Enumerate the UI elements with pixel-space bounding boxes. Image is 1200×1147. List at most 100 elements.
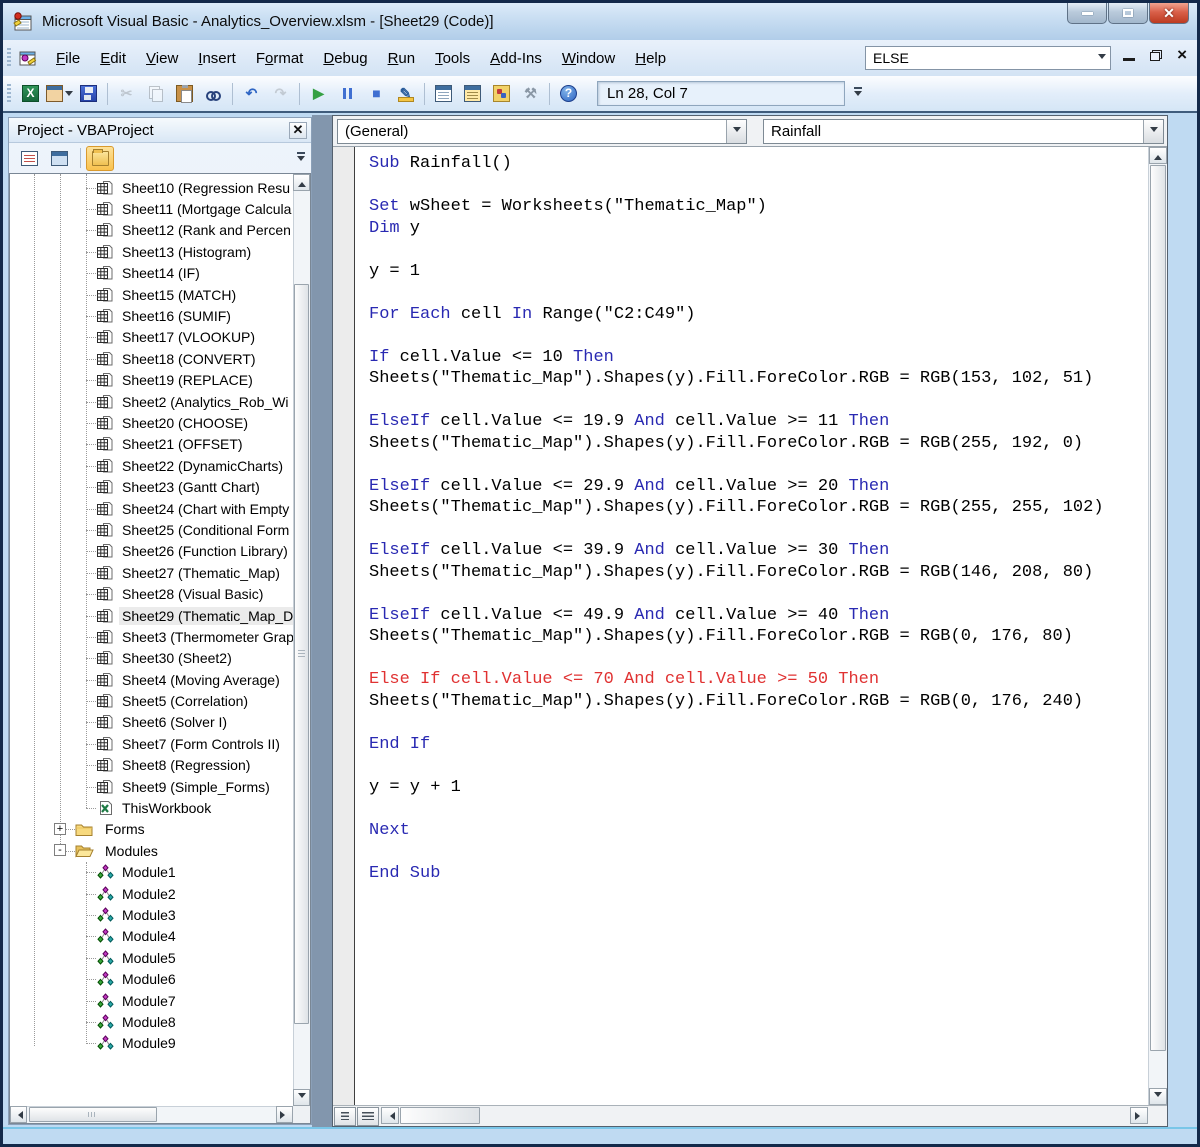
tree-item-sheet23-gantt-chart[interactable]: Sheet23 (Gantt Chart)	[10, 476, 293, 497]
mdi-minimize-button[interactable]	[1123, 58, 1135, 61]
tree-item-sheet27-thematic-map[interactable]: Sheet27 (Thematic_Map)	[10, 562, 293, 583]
tree-item-module5[interactable]: Module5	[10, 947, 293, 968]
scroll-right-arrow[interactable]	[276, 1106, 293, 1123]
project-panel-close-button[interactable]: ✕	[289, 122, 307, 139]
chevron-down-icon[interactable]	[1143, 120, 1163, 143]
mdi-restore-button[interactable]	[1150, 50, 1162, 61]
tree-item-sheet11-mortgage-calcula[interactable]: Sheet11 (Mortgage Calcula	[10, 198, 293, 219]
scroll-down-arrow[interactable]	[293, 1089, 310, 1106]
tree-item-sheet28-visual-basic[interactable]: Sheet28 (Visual Basic)	[10, 583, 293, 604]
tree-item-sheet7-form-controls-ii[interactable]: Sheet7 (Form Controls II)	[10, 733, 293, 754]
project-panel-options-button[interactable]	[294, 147, 308, 169]
properties-window-button[interactable]	[459, 81, 486, 107]
scroll-left-arrow[interactable]	[381, 1107, 399, 1124]
tree-horizontal-scrollbar[interactable]	[10, 1106, 293, 1123]
chevron-down-icon[interactable]	[65, 91, 73, 100]
tree-item-sheet25-conditional-form[interactable]: Sheet25 (Conditional Form	[10, 519, 293, 540]
object-combobox[interactable]: (General)	[337, 119, 747, 144]
view-object-button[interactable]	[45, 146, 73, 171]
tree-item-forms[interactable]: + Forms	[10, 819, 293, 840]
menu-add-ins[interactable]: Add-Ins	[480, 46, 552, 71]
design-mode-button[interactable]: ✎	[392, 81, 419, 107]
object-browser-button[interactable]	[488, 81, 515, 107]
menu-debug[interactable]: Debug	[313, 46, 377, 71]
scroll-right-arrow[interactable]	[1130, 1107, 1148, 1124]
tree-item-sheet16-sumif[interactable]: Sheet16 (SUMIF)	[10, 305, 293, 326]
collapse-icon[interactable]: -	[54, 844, 66, 856]
tree-item-sheet18-convert[interactable]: Sheet18 (CONVERT)	[10, 348, 293, 369]
menu-insert[interactable]: Insert	[188, 46, 246, 71]
tree-item-sheet30-sheet2[interactable]: Sheet30 (Sheet2)	[10, 648, 293, 669]
tree-item-sheet29-thematic-map-d[interactable]: Sheet29 (Thematic_Map_D	[10, 605, 293, 626]
chevron-down-icon[interactable]	[1093, 47, 1110, 69]
tree-item-sheet9-simple-forms[interactable]: Sheet9 (Simple_Forms)	[10, 776, 293, 797]
save-button[interactable]	[75, 81, 102, 107]
tree-hscrollbar-thumb[interactable]	[29, 1107, 157, 1122]
tree-item-module6[interactable]: Module6	[10, 968, 293, 989]
tree-item-sheet8-regression[interactable]: Sheet8 (Regression)	[10, 755, 293, 776]
close-button[interactable]: ✕	[1149, 3, 1189, 24]
code-scrollbar-thumb[interactable]	[1150, 165, 1166, 1051]
toolbar-grip[interactable]	[7, 84, 11, 104]
menu-tools[interactable]: Tools	[425, 46, 480, 71]
toggle-folders-button[interactable]	[86, 146, 114, 171]
tree-item-module9[interactable]: Module9	[10, 1033, 293, 1054]
menu-edit[interactable]: Edit	[90, 46, 136, 71]
scroll-up-arrow[interactable]	[1149, 147, 1167, 164]
tree-item-sheet2-analytics-rob-wi[interactable]: Sheet2 (Analytics_Rob_Wi	[10, 391, 293, 412]
view-code-button[interactable]	[15, 146, 43, 171]
chevron-down-icon[interactable]	[726, 120, 746, 143]
code-editor[interactable]: Sub Rainfall() Set wSheet = Worksheets("…	[333, 147, 1167, 1105]
tree-item-module3[interactable]: Module3	[10, 904, 293, 925]
tree-item-sheet5-correlation[interactable]: Sheet5 (Correlation)	[10, 690, 293, 711]
full-module-view-button[interactable]	[357, 1107, 379, 1126]
tree-item-sheet6-solver-i[interactable]: Sheet6 (Solver I)	[10, 712, 293, 733]
scroll-down-arrow[interactable]	[1149, 1088, 1167, 1105]
tree-item-sheet19-replace[interactable]: Sheet19 (REPLACE)	[10, 370, 293, 391]
expand-icon[interactable]: +	[54, 823, 66, 835]
tree-item-sheet22-dynamiccharts[interactable]: Sheet22 (DynamicCharts)	[10, 455, 293, 476]
panel-splitter[interactable]	[312, 115, 332, 1127]
tree-item-sheet15-match[interactable]: Sheet15 (MATCH)	[10, 284, 293, 305]
scroll-left-arrow[interactable]	[10, 1106, 27, 1123]
tree-item-sheet4-moving-average[interactable]: Sheet4 (Moving Average)	[10, 669, 293, 690]
undo-button[interactable]: ↶	[238, 81, 265, 107]
menu-run[interactable]: Run	[378, 46, 426, 71]
tree-item-module8[interactable]: Module8	[10, 1011, 293, 1032]
menu-file[interactable]: File	[46, 46, 90, 71]
menu-help[interactable]: Help	[625, 46, 676, 71]
tree-item-module4[interactable]: Module4	[10, 926, 293, 947]
find-button[interactable]	[200, 81, 227, 107]
code-horizontal-scrollbar[interactable]	[379, 1106, 1148, 1126]
toolbox-button[interactable]: ⚒	[517, 81, 544, 107]
reset-button[interactable]: ■	[363, 81, 390, 107]
tree-item-sheet12-rank-and-percen[interactable]: Sheet12 (Rank and Percen	[10, 220, 293, 241]
tree-item-sheet10-regression-resu[interactable]: Sheet10 (Regression Resu	[10, 177, 293, 198]
code-vertical-scrollbar[interactable]	[1148, 147, 1167, 1105]
tree-item-thisworkbook[interactable]: ThisWorkbook	[10, 797, 293, 818]
procedure-combobox[interactable]: Rainfall	[763, 119, 1164, 144]
mdi-close-button[interactable]: ×	[1177, 48, 1187, 62]
insert-userform-button[interactable]	[46, 81, 73, 107]
maximize-button[interactable]	[1108, 3, 1148, 24]
code-hscrollbar-thumb[interactable]	[400, 1107, 480, 1124]
tree-item-sheet24-chart-with-empty[interactable]: Sheet24 (Chart with Empty	[10, 498, 293, 519]
tree-item-module1[interactable]: Module1	[10, 862, 293, 883]
menubar-combobox[interactable]: ELSE	[865, 46, 1111, 70]
tree-item-module2[interactable]: Module2	[10, 883, 293, 904]
project-explorer-button[interactable]	[430, 81, 457, 107]
minimize-button[interactable]	[1067, 3, 1107, 24]
paste-button[interactable]	[171, 81, 198, 107]
tree-item-sheet20-choose[interactable]: Sheet20 (CHOOSE)	[10, 412, 293, 433]
tree-item-sheet3-thermometer-grap[interactable]: Sheet3 (Thermometer Grap	[10, 626, 293, 647]
help-button[interactable]: ?	[555, 81, 582, 107]
tree-vertical-scrollbar[interactable]	[293, 174, 310, 1106]
view-microsoft-excel-button[interactable]: X	[17, 81, 44, 107]
tree-item-module7[interactable]: Module7	[10, 990, 293, 1011]
run-button[interactable]: ▶	[305, 81, 332, 107]
project-tree[interactable]: Sheet10 (Regression Resu Sheet11 (Mortga…	[9, 173, 311, 1124]
tree-item-sheet21-offset[interactable]: Sheet21 (OFFSET)	[10, 434, 293, 455]
margin-indicator-bar[interactable]	[333, 147, 355, 1105]
tree-item-sheet14-if[interactable]: Sheet14 (IF)	[10, 263, 293, 284]
tree-item-sheet26-function-library[interactable]: Sheet26 (Function Library)	[10, 541, 293, 562]
